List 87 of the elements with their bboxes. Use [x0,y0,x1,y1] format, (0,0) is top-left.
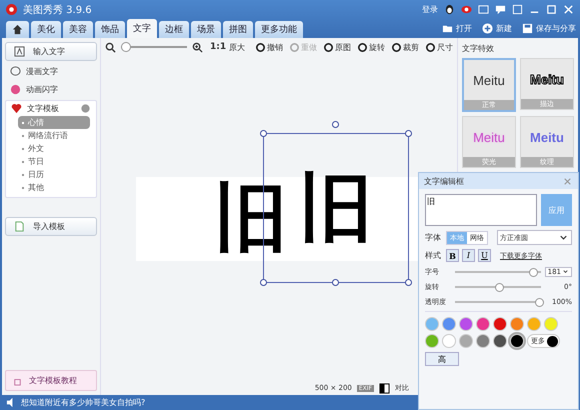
color-swatch[interactable] [442,317,456,331]
sidebar-item[interactable]: 漫画文字 [26,66,58,77]
toolbar-button[interactable]: 尺寸 [437,42,453,52]
color-swatch[interactable] [527,317,541,331]
document-icon [14,221,25,232]
color-swatch[interactable] [442,334,456,348]
color-swatch[interactable] [459,334,473,348]
collapse-icon[interactable] [80,103,91,114]
text-input[interactable]: 旧 [425,194,537,226]
resize-handle[interactable] [405,278,412,286]
maximize-icon[interactable] [546,4,557,15]
color-swatch[interactable] [493,317,507,331]
plus-icon [482,23,493,34]
top-action-button[interactable]: 打开 [456,23,472,34]
message-icon[interactable] [495,4,506,15]
template-category[interactable]: 日历 [18,168,90,181]
toolbar-button[interactable]: 旋转 [369,42,385,52]
effect-sample: Meitu [472,128,506,146]
field-label: 字体 [425,232,441,243]
actual-size-button[interactable]: 原大 [229,42,246,52]
tab[interactable]: 边框 [159,21,189,38]
sidebar-item[interactable]: 文字模板 [27,103,59,114]
tab[interactable]: 饰品 [95,21,125,38]
dialog-title: 文字编辑框 [424,176,464,186]
actual-size-label[interactable]: 1:1 [210,42,226,52]
status-message[interactable]: 想知道附近有多少帅哥美女自拍吗? [21,397,146,408]
toolbar-button[interactable]: 原图 [335,42,351,52]
app-logo-icon [6,4,17,15]
compare-icon [379,382,390,394]
tutorial-button[interactable]: 文字模板教程 [5,370,97,391]
home-icon [12,24,23,35]
style-button[interactable]: I [462,249,475,262]
resize-handle[interactable] [405,130,412,136]
login-link[interactable]: 登录 [422,4,438,15]
color-swatch[interactable] [493,334,507,348]
advanced-button[interactable]: 高 [425,352,459,366]
eye-icon[interactable] [461,4,472,15]
penguin-icon[interactable] [444,4,455,15]
home-tab[interactable] [6,21,29,38]
color-swatch[interactable] [476,317,490,331]
color-swatch[interactable] [544,317,558,331]
canvas-text: 旧 [299,170,373,244]
color-swatch[interactable] [425,317,439,331]
template-category[interactable]: 外文 [18,142,90,155]
chevron-down-icon [562,268,569,275]
zoom-out-icon[interactable] [105,42,116,52]
text-icon [14,46,25,57]
effect-sample: Meitu [529,128,565,146]
color-swatch[interactable] [459,317,473,331]
rotate-handle[interactable] [332,120,339,128]
toolbar-button[interactable]: 撤销 [267,42,283,52]
tab[interactable]: 场景 [191,21,221,38]
zoom-in-icon[interactable] [192,42,203,52]
speech-bubble-icon [10,66,21,77]
template-category[interactable]: 节日 [18,155,90,168]
toolbar-button[interactable]: 裁剪 [403,42,419,52]
tab[interactable]: 美化 [31,21,61,38]
color-swatch[interactable] [425,334,439,348]
color-swatch[interactable] [510,317,524,331]
tab[interactable]: 拼图 [223,21,253,38]
folder-icon [442,23,453,34]
tab[interactable]: 美容 [63,21,93,38]
style-button[interactable]: U [478,249,491,262]
tab[interactable]: 更多功能 [255,21,303,38]
effect-sample: Meitu [472,72,506,90]
close-icon[interactable] [562,176,573,186]
input-text-button[interactable]: 输入文字 [5,42,97,61]
close-icon[interactable] [563,4,574,15]
panel-title: 文字特效 [462,43,495,54]
resize-handle[interactable] [260,130,267,136]
window-title: 美图秀秀 3.9.6 [23,4,92,16]
import-template-button[interactable]: 导入模板 [5,217,97,236]
tab[interactable]: 文字 [127,19,157,38]
resize-handle[interactable] [332,278,339,286]
sidebar-item[interactable]: 动画闪字 [26,84,58,95]
template-category[interactable]: 其他 [18,181,90,194]
field-label: 样式 [425,250,441,261]
top-action-button[interactable]: 保存与分享 [536,23,576,34]
save-icon [522,23,533,34]
color-swatch[interactable] [510,334,524,348]
style-button[interactable]: B [446,249,459,262]
top-action-button[interactable]: 新建 [496,23,512,34]
template-icon [11,103,22,114]
template-category[interactable]: 网络流行语 [18,129,90,142]
resize-handle[interactable] [260,278,267,286]
effect-sample: Meitu [529,70,565,88]
color-swatch[interactable] [476,334,490,348]
